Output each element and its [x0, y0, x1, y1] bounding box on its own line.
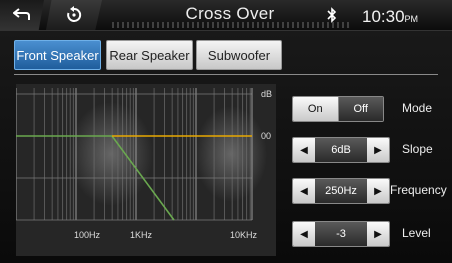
back-arrow-icon — [13, 8, 30, 20]
bluetooth-icon — [327, 7, 337, 23]
home-button[interactable] — [46, 0, 102, 30]
level-increase-button[interactable]: ▶ — [367, 222, 389, 246]
left-triangle-icon: ◀ — [300, 144, 308, 156]
x-label-1khz: 1KHz — [130, 230, 153, 240]
slope-decrease-button[interactable]: ◀ — [293, 138, 315, 162]
crossover-screen: Cross Over 10:30PM Front Speaker Rear Sp… — [0, 0, 452, 263]
frequency-increase-button[interactable]: ▶ — [367, 179, 389, 203]
back-button[interactable] — [0, 0, 44, 30]
tab-rear-speaker[interactable]: Rear Speaker — [106, 40, 193, 70]
zero-db-label: 00 — [261, 131, 272, 141]
slope-value: 6dB — [315, 138, 367, 162]
slope-label: Slope — [402, 142, 433, 156]
mode-toggle[interactable]: On Off — [292, 96, 384, 122]
clock-suffix: PM — [404, 14, 419, 24]
frequency-label: Frequency — [390, 183, 447, 197]
frequency-value: 250Hz — [315, 179, 367, 203]
mode-off-button[interactable]: Off — [337, 97, 383, 121]
mode-label: Mode — [402, 101, 433, 115]
right-triangle-icon: ▶ — [374, 144, 382, 156]
slope-stepper: ◀ 6dB ▶ — [292, 137, 390, 163]
db-label: dB — [261, 89, 273, 99]
page-title: Cross Over — [185, 4, 275, 23]
clock: 10:30PM — [362, 7, 418, 27]
left-triangle-icon: ◀ — [300, 185, 308, 197]
tab-front-speaker[interactable]: Front Speaker — [14, 40, 101, 70]
mode-on-button[interactable]: On — [293, 97, 338, 121]
level-stepper: ◀ -3 ▶ — [292, 221, 390, 247]
level-value: -3 — [315, 222, 367, 246]
level-label: Level — [402, 226, 431, 240]
graph-glow — [69, 102, 153, 206]
x-label-10khz: 10KHz — [230, 230, 258, 240]
level-decrease-button[interactable]: ◀ — [293, 222, 315, 246]
graph-glow — [195, 106, 267, 202]
frequency-stepper: ◀ 250Hz ▶ — [292, 178, 390, 204]
slope-increase-button[interactable]: ▶ — [367, 138, 389, 162]
right-triangle-icon: ▶ — [374, 185, 382, 197]
rotate-icon — [67, 6, 82, 22]
left-triangle-icon: ◀ — [300, 228, 308, 240]
tab-subwoofer[interactable]: Subwoofer — [196, 40, 282, 70]
crossover-graph: dB 00 100Hz 1KHz 10KHz — [16, 84, 276, 256]
right-triangle-icon: ▶ — [374, 228, 382, 240]
clock-time: 10:30 — [362, 7, 405, 26]
divider — [14, 74, 438, 75]
x-label-100hz: 100Hz — [74, 230, 101, 240]
frequency-decrease-button[interactable]: ◀ — [293, 179, 315, 203]
top-bar: Cross Over 10:30PM — [0, 0, 452, 31]
